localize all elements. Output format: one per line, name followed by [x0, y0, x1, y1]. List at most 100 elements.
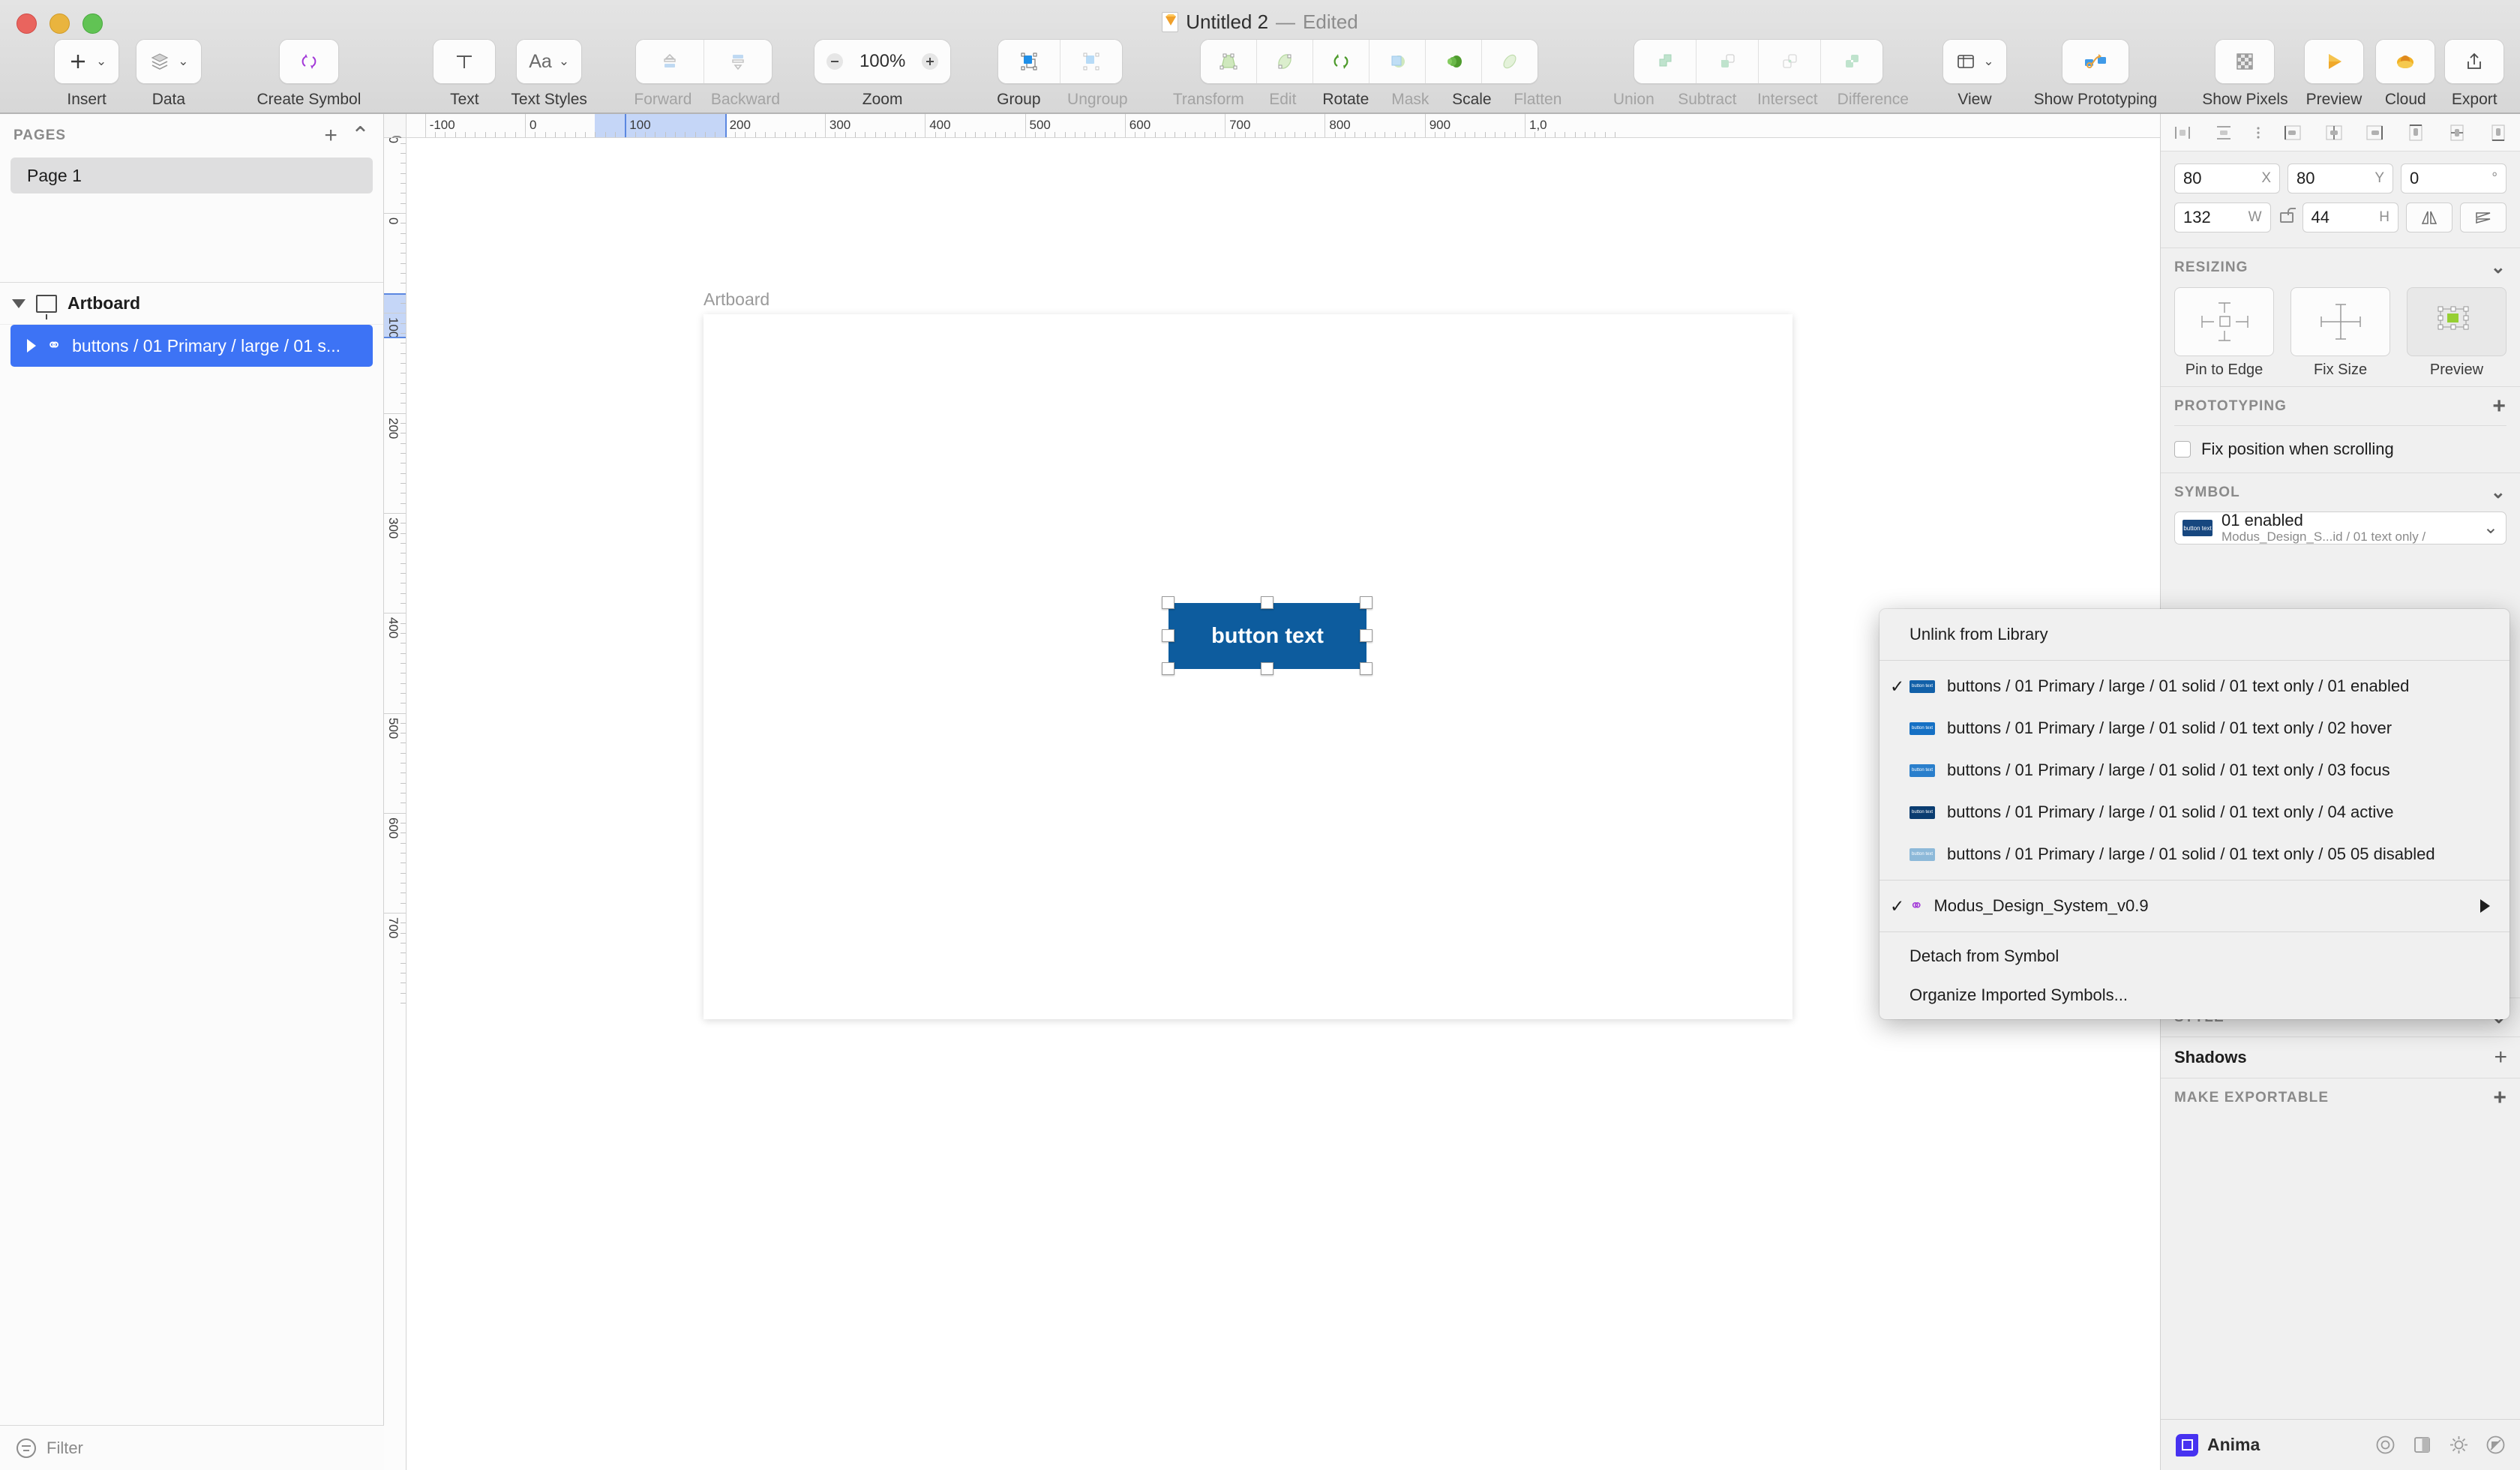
view-layout-icon[interactable]: ⌄: [1943, 40, 2006, 83]
union-icon[interactable]: [1634, 40, 1696, 83]
move-forward-icon[interactable]: [636, 40, 705, 83]
fix-size-option[interactable]: Fix Size: [2290, 287, 2390, 379]
add-export-icon[interactable]: +: [2493, 1087, 2507, 1109]
zoom-in-button[interactable]: [910, 40, 951, 83]
layer-row-artboard[interactable]: Artboard: [0, 283, 383, 325]
menu-item-organize-imported-symbols[interactable]: Organize Imported Symbols...: [1880, 976, 2510, 1015]
symbol-dropdown-chevron-icon[interactable]: ⌄: [2483, 519, 2498, 537]
shape-ops-segment[interactable]: [1199, 39, 1538, 84]
distribute-left-icon[interactable]: [2282, 122, 2304, 144]
layers-icon[interactable]: ⌄: [136, 40, 201, 83]
anima-record-icon[interactable]: [2375, 1435, 2396, 1455]
layer-row-symbol-instance[interactable]: ⚭ buttons / 01 Primary / large / 01 s...: [10, 325, 373, 367]
layers-filter-bar[interactable]: Filter: [0, 1425, 384, 1470]
add-shadow-icon[interactable]: +: [2494, 1046, 2507, 1069]
edit-icon[interactable]: [1256, 40, 1313, 83]
more-options-icon[interactable]: [2254, 122, 2263, 144]
cloud-button[interactable]: [2375, 39, 2436, 84]
rotation-field[interactable]: 0 °: [2401, 164, 2506, 194]
text-styles-icon[interactable]: Aa ⌄: [517, 40, 582, 83]
transform-icon[interactable]: [1200, 40, 1257, 83]
chevron-down-icon[interactable]: [12, 298, 26, 308]
rotate-icon[interactable]: [1312, 40, 1370, 83]
align-left-icon[interactable]: [2171, 122, 2194, 144]
play-icon[interactable]: [2304, 40, 2363, 83]
page-list-item[interactable]: Page 1: [10, 158, 373, 194]
insert-button[interactable]: ⌄: [54, 39, 120, 84]
subtract-icon[interactable]: [1696, 40, 1759, 83]
boolean-segment[interactable]: [1633, 39, 1883, 84]
create-symbol-button[interactable]: [278, 39, 339, 84]
text-button[interactable]: [433, 39, 496, 84]
menu-item-symbol-variant[interactable]: button text buttons / 01 Primary / large …: [1880, 791, 2510, 833]
create-symbol-icon[interactable]: [279, 40, 338, 83]
make-exportable-header[interactable]: MAKE EXPORTABLE +: [2161, 1078, 2520, 1118]
pin-to-edge-icon[interactable]: [2174, 287, 2274, 356]
width-field[interactable]: 132 W: [2174, 202, 2271, 232]
selected-button-shape[interactable]: button text: [1168, 603, 1366, 669]
menu-item-symbol-variant[interactable]: button text buttons / 01 Primary / large …: [1880, 749, 2510, 791]
resizing-section-header[interactable]: RESIZING ⌄: [2161, 248, 2520, 287]
chevron-down-icon[interactable]: ⌄: [178, 54, 188, 69]
resize-handle-top-left[interactable]: [1162, 596, 1174, 609]
resize-handle-bottom-left[interactable]: [1162, 662, 1174, 675]
add-prototype-link-icon[interactable]: +: [2492, 394, 2506, 418]
order-segment[interactable]: [635, 39, 773, 84]
ungroup-icon[interactable]: [1060, 40, 1122, 83]
submenu-arrow-icon[interactable]: [2480, 899, 2490, 913]
resize-handle-bottom-center[interactable]: [1261, 662, 1274, 675]
artboard-canvas[interactable]: button text: [704, 314, 1792, 1019]
resizing-preview[interactable]: Preview: [2407, 287, 2506, 379]
distribute-center-icon[interactable]: [2323, 122, 2345, 144]
difference-icon[interactable]: [1820, 40, 1882, 83]
export-share-icon[interactable]: [2445, 40, 2504, 83]
show-prototyping-button[interactable]: [2061, 39, 2129, 84]
prototyping-icon[interactable]: [2062, 40, 2128, 83]
chevron-right-icon[interactable]: [27, 339, 36, 352]
intersect-icon[interactable]: [1758, 40, 1821, 83]
chevron-down-icon[interactable]: ⌄: [559, 54, 569, 69]
artboard-name-label[interactable]: Artboard: [704, 290, 770, 310]
fix-size-icon[interactable]: [2290, 287, 2390, 356]
prototyping-section-header[interactable]: PROTOTYPING +: [2161, 386, 2520, 425]
chevron-down-icon[interactable]: ⌄: [2491, 259, 2506, 277]
text-styles-button[interactable]: Aa ⌄: [516, 39, 583, 84]
lock-aspect-ratio-icon[interactable]: [2279, 208, 2296, 223]
align-top-icon[interactable]: [2212, 122, 2235, 144]
zoom-stepper[interactable]: 100%: [813, 39, 952, 84]
resize-handle-middle-left[interactable]: [1162, 629, 1174, 642]
cloud-icon[interactable]: [2376, 40, 2435, 83]
show-pixels-button[interactable]: [2215, 39, 2276, 84]
data-button[interactable]: ⌄: [136, 39, 202, 84]
chevron-down-icon[interactable]: ⌄: [2491, 483, 2506, 502]
shadows-row[interactable]: Shadows +: [2161, 1036, 2520, 1078]
resize-handle-middle-right[interactable]: [1360, 629, 1372, 642]
flip-vertical-button[interactable]: [2460, 202, 2506, 232]
vertical-ruler[interactable]: -100 0 100 200 300 400 500 600 700: [384, 138, 406, 1470]
text-icon[interactable]: [434, 40, 496, 83]
export-button[interactable]: [2444, 39, 2505, 84]
flip-horizontal-button[interactable]: [2406, 202, 2452, 232]
height-field[interactable]: 44 H: [2302, 202, 2398, 232]
move-backward-icon[interactable]: [704, 40, 772, 83]
fix-position-row[interactable]: Fix position when scrolling: [2161, 426, 2520, 472]
plus-icon[interactable]: ⌄: [55, 40, 119, 83]
menu-item-unlink-from-library[interactable]: Unlink from Library: [1880, 614, 2510, 656]
group-icon[interactable]: [998, 40, 1060, 83]
resize-handle-bottom-right[interactable]: [1360, 662, 1372, 675]
distribute-middle-icon[interactable]: [2446, 122, 2468, 144]
horizontal-ruler[interactable]: -100 0 100 200 300 400 500 600 700 800 900 1,0: [406, 114, 2160, 138]
scale-icon[interactable]: [1425, 40, 1482, 83]
mask-icon[interactable]: [1369, 40, 1426, 83]
add-page-icon[interactable]: +: [324, 124, 338, 147]
resize-handle-top-right[interactable]: [1360, 596, 1372, 609]
anima-settings-gear-icon[interactable]: [2449, 1435, 2469, 1455]
y-field[interactable]: 80 Y: [2288, 164, 2393, 194]
distribute-top-icon[interactable]: [2404, 122, 2427, 144]
flatten-icon[interactable]: [1481, 40, 1538, 83]
menu-item-symbol-variant[interactable]: button text buttons / 01 Primary / large …: [1880, 833, 2510, 875]
menu-item-symbol-variant[interactable]: ✓ button text buttons / 01 Primary / large…: [1880, 665, 2510, 707]
view-button[interactable]: ⌄: [1942, 39, 2007, 84]
menu-item-library[interactable]: ✓ ⚭ Modus_Design_System_v0.9: [1880, 885, 2510, 927]
pin-to-edge-option[interactable]: Pin to Edge: [2174, 287, 2274, 379]
